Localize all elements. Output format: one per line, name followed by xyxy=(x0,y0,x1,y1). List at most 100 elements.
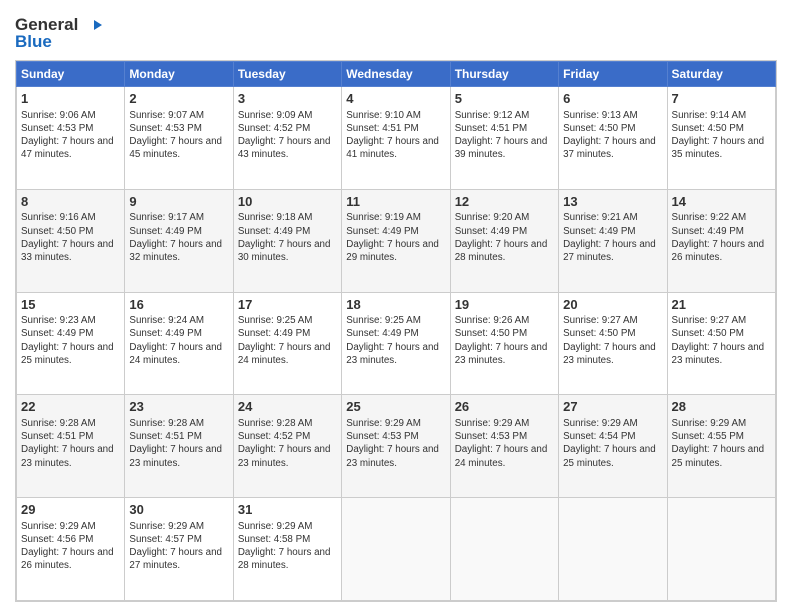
calendar-cell: 2Sunrise: 9:07 AMSunset: 4:53 PMDaylight… xyxy=(125,87,233,190)
day-number: 13 xyxy=(563,193,662,211)
day-number: 26 xyxy=(455,398,554,416)
day-number: 15 xyxy=(21,296,120,314)
calendar-cell: 26Sunrise: 9:29 AMSunset: 4:53 PMDayligh… xyxy=(450,395,558,498)
calendar-cell: 24Sunrise: 9:28 AMSunset: 4:52 PMDayligh… xyxy=(233,395,341,498)
day-info: Sunrise: 9:29 AMSunset: 4:54 PMDaylight:… xyxy=(563,417,662,470)
calendar-week-row: 1Sunrise: 9:06 AMSunset: 4:53 PMDaylight… xyxy=(17,87,776,190)
day-number: 7 xyxy=(672,90,771,108)
weekday-monday: Monday xyxy=(125,62,233,87)
calendar-cell: 16Sunrise: 9:24 AMSunset: 4:49 PMDayligh… xyxy=(125,292,233,395)
calendar-cell xyxy=(667,498,775,601)
day-info: Sunrise: 9:09 AMSunset: 4:52 PMDaylight:… xyxy=(238,109,337,162)
day-info: Sunrise: 9:28 AMSunset: 4:51 PMDaylight:… xyxy=(129,417,228,470)
calendar-cell: 5Sunrise: 9:12 AMSunset: 4:51 PMDaylight… xyxy=(450,87,558,190)
day-info: Sunrise: 9:23 AMSunset: 4:49 PMDaylight:… xyxy=(21,314,120,367)
calendar-cell xyxy=(559,498,667,601)
day-info: Sunrise: 9:29 AMSunset: 4:56 PMDaylight:… xyxy=(21,520,120,573)
day-number: 1 xyxy=(21,90,120,108)
calendar-cell: 20Sunrise: 9:27 AMSunset: 4:50 PMDayligh… xyxy=(559,292,667,395)
calendar-week-row: 29Sunrise: 9:29 AMSunset: 4:56 PMDayligh… xyxy=(17,498,776,601)
day-number: 31 xyxy=(238,501,337,519)
day-info: Sunrise: 9:10 AMSunset: 4:51 PMDaylight:… xyxy=(346,109,445,162)
calendar-cell: 29Sunrise: 9:29 AMSunset: 4:56 PMDayligh… xyxy=(17,498,125,601)
day-info: Sunrise: 9:27 AMSunset: 4:50 PMDaylight:… xyxy=(563,314,662,367)
day-info: Sunrise: 9:19 AMSunset: 4:49 PMDaylight:… xyxy=(346,211,445,264)
weekday-wednesday: Wednesday xyxy=(342,62,450,87)
calendar-cell: 18Sunrise: 9:25 AMSunset: 4:49 PMDayligh… xyxy=(342,292,450,395)
day-number: 14 xyxy=(672,193,771,211)
day-number: 6 xyxy=(563,90,662,108)
day-number: 18 xyxy=(346,296,445,314)
day-number: 3 xyxy=(238,90,337,108)
calendar-cell: 3Sunrise: 9:09 AMSunset: 4:52 PMDaylight… xyxy=(233,87,341,190)
calendar-cell: 30Sunrise: 9:29 AMSunset: 4:57 PMDayligh… xyxy=(125,498,233,601)
day-number: 28 xyxy=(672,398,771,416)
calendar-cell xyxy=(450,498,558,601)
day-info: Sunrise: 9:21 AMSunset: 4:49 PMDaylight:… xyxy=(563,211,662,264)
day-number: 17 xyxy=(238,296,337,314)
calendar-cell: 21Sunrise: 9:27 AMSunset: 4:50 PMDayligh… xyxy=(667,292,775,395)
day-number: 9 xyxy=(129,193,228,211)
day-number: 29 xyxy=(21,501,120,519)
day-info: Sunrise: 9:28 AMSunset: 4:52 PMDaylight:… xyxy=(238,417,337,470)
calendar-cell: 1Sunrise: 9:06 AMSunset: 4:53 PMDaylight… xyxy=(17,87,125,190)
day-info: Sunrise: 9:22 AMSunset: 4:49 PMDaylight:… xyxy=(672,211,771,264)
calendar-cell: 10Sunrise: 9:18 AMSunset: 4:49 PMDayligh… xyxy=(233,189,341,292)
day-info: Sunrise: 9:25 AMSunset: 4:49 PMDaylight:… xyxy=(238,314,337,367)
calendar-cell: 19Sunrise: 9:26 AMSunset: 4:50 PMDayligh… xyxy=(450,292,558,395)
day-number: 24 xyxy=(238,398,337,416)
day-number: 8 xyxy=(21,193,120,211)
weekday-saturday: Saturday xyxy=(667,62,775,87)
calendar-cell: 31Sunrise: 9:29 AMSunset: 4:58 PMDayligh… xyxy=(233,498,341,601)
calendar-cell: 6Sunrise: 9:13 AMSunset: 4:50 PMDaylight… xyxy=(559,87,667,190)
day-info: Sunrise: 9:27 AMSunset: 4:50 PMDaylight:… xyxy=(672,314,771,367)
day-number: 11 xyxy=(346,193,445,211)
calendar-cell: 9Sunrise: 9:17 AMSunset: 4:49 PMDaylight… xyxy=(125,189,233,292)
page-container: General Blue SundayMondayTuesdayWednesda… xyxy=(0,0,792,612)
day-number: 20 xyxy=(563,296,662,314)
day-info: Sunrise: 9:14 AMSunset: 4:50 PMDaylight:… xyxy=(672,109,771,162)
weekday-friday: Friday xyxy=(559,62,667,87)
calendar-week-row: 15Sunrise: 9:23 AMSunset: 4:49 PMDayligh… xyxy=(17,292,776,395)
day-info: Sunrise: 9:24 AMSunset: 4:49 PMDaylight:… xyxy=(129,314,228,367)
calendar-cell: 15Sunrise: 9:23 AMSunset: 4:49 PMDayligh… xyxy=(17,292,125,395)
calendar-cell xyxy=(342,498,450,601)
day-number: 23 xyxy=(129,398,228,416)
day-info: Sunrise: 9:12 AMSunset: 4:51 PMDaylight:… xyxy=(455,109,554,162)
calendar-cell: 12Sunrise: 9:20 AMSunset: 4:49 PMDayligh… xyxy=(450,189,558,292)
logo: General Blue xyxy=(15,15,102,52)
day-info: Sunrise: 9:20 AMSunset: 4:49 PMDaylight:… xyxy=(455,211,554,264)
weekday-tuesday: Tuesday xyxy=(233,62,341,87)
day-number: 2 xyxy=(129,90,228,108)
calendar: SundayMondayTuesdayWednesdayThursdayFrid… xyxy=(15,60,777,602)
calendar-cell: 4Sunrise: 9:10 AMSunset: 4:51 PMDaylight… xyxy=(342,87,450,190)
day-number: 5 xyxy=(455,90,554,108)
day-number: 10 xyxy=(238,193,337,211)
day-number: 22 xyxy=(21,398,120,416)
weekday-thursday: Thursday xyxy=(450,62,558,87)
day-info: Sunrise: 9:28 AMSunset: 4:51 PMDaylight:… xyxy=(21,417,120,470)
header: General Blue xyxy=(15,10,777,52)
day-number: 4 xyxy=(346,90,445,108)
calendar-cell: 13Sunrise: 9:21 AMSunset: 4:49 PMDayligh… xyxy=(559,189,667,292)
day-info: Sunrise: 9:18 AMSunset: 4:49 PMDaylight:… xyxy=(238,211,337,264)
calendar-cell: 7Sunrise: 9:14 AMSunset: 4:50 PMDaylight… xyxy=(667,87,775,190)
calendar-cell: 22Sunrise: 9:28 AMSunset: 4:51 PMDayligh… xyxy=(17,395,125,498)
calendar-cell: 28Sunrise: 9:29 AMSunset: 4:55 PMDayligh… xyxy=(667,395,775,498)
calendar-cell: 8Sunrise: 9:16 AMSunset: 4:50 PMDaylight… xyxy=(17,189,125,292)
day-number: 30 xyxy=(129,501,228,519)
day-number: 12 xyxy=(455,193,554,211)
weekday-sunday: Sunday xyxy=(17,62,125,87)
day-info: Sunrise: 9:13 AMSunset: 4:50 PMDaylight:… xyxy=(563,109,662,162)
day-info: Sunrise: 9:29 AMSunset: 4:57 PMDaylight:… xyxy=(129,520,228,573)
logo-text-blue: Blue xyxy=(15,32,52,52)
day-number: 25 xyxy=(346,398,445,416)
day-info: Sunrise: 9:29 AMSunset: 4:55 PMDaylight:… xyxy=(672,417,771,470)
day-info: Sunrise: 9:29 AMSunset: 4:58 PMDaylight:… xyxy=(238,520,337,573)
day-info: Sunrise: 9:25 AMSunset: 4:49 PMDaylight:… xyxy=(346,314,445,367)
day-info: Sunrise: 9:16 AMSunset: 4:50 PMDaylight:… xyxy=(21,211,120,264)
calendar-week-row: 22Sunrise: 9:28 AMSunset: 4:51 PMDayligh… xyxy=(17,395,776,498)
calendar-cell: 25Sunrise: 9:29 AMSunset: 4:53 PMDayligh… xyxy=(342,395,450,498)
calendar-week-row: 8Sunrise: 9:16 AMSunset: 4:50 PMDaylight… xyxy=(17,189,776,292)
day-number: 16 xyxy=(129,296,228,314)
